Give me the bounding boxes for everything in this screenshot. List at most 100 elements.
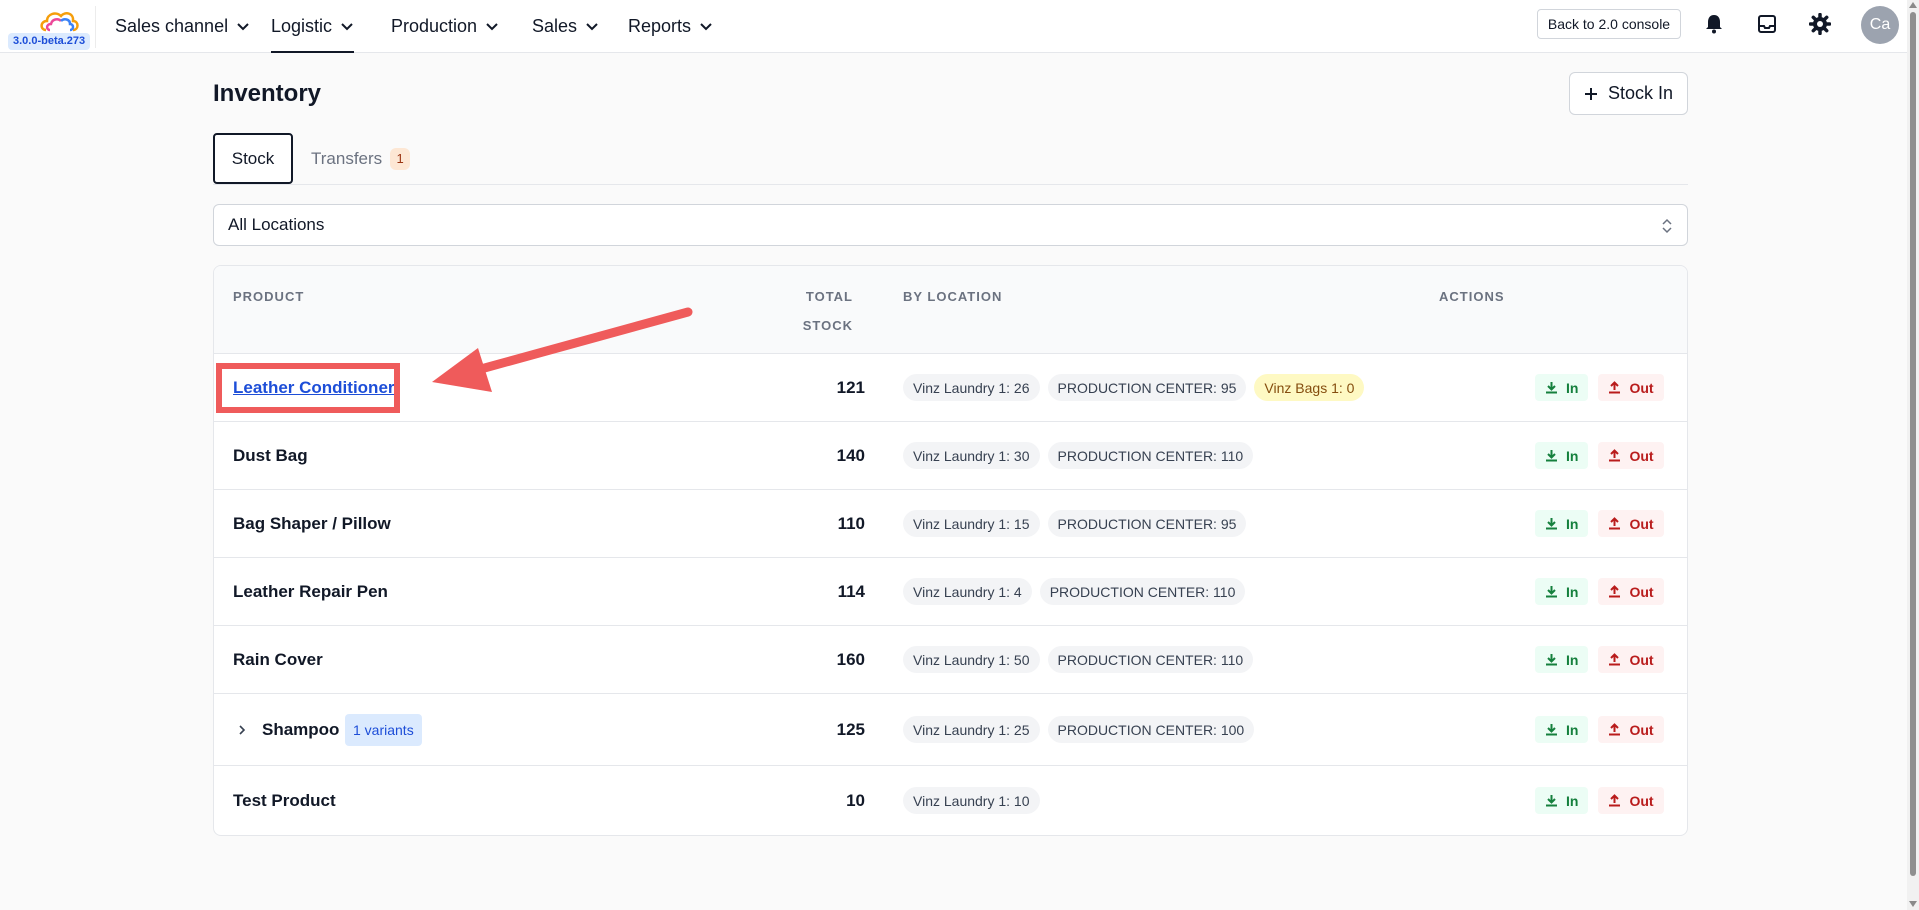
chevron-right-icon[interactable] xyxy=(236,724,248,736)
in-label: In xyxy=(1566,515,1579,532)
user-avatar[interactable]: Ca xyxy=(1861,6,1899,44)
download-icon xyxy=(1546,724,1557,736)
variants-badge[interactable]: 1 variants xyxy=(345,714,422,746)
annotation-arrow-icon xyxy=(432,307,693,392)
nav-sales-channel[interactable]: Sales channel xyxy=(115,0,250,52)
plus-icon xyxy=(1584,87,1597,100)
out-label: Out xyxy=(1629,447,1654,464)
location-chip: PRODUCTION CENTER: 110 xyxy=(1047,646,1254,673)
product-name: Rain Cover xyxy=(233,650,323,669)
total-stock: 114 xyxy=(837,582,865,601)
nav-sales[interactable]: Sales xyxy=(532,0,599,52)
stock-out-row-button[interactable]: Out xyxy=(1598,510,1664,537)
chevron-down-icon xyxy=(700,23,712,31)
location-chip: Vinz Laundry 1: 10 xyxy=(903,787,1040,814)
download-icon xyxy=(1546,450,1557,462)
product-name: Bag Shaper / Pillow xyxy=(233,514,391,533)
upload-icon xyxy=(1609,585,1621,598)
out-label: Out xyxy=(1629,379,1654,396)
scroll-thumb[interactable] xyxy=(1910,12,1916,876)
out-label: Out xyxy=(1629,583,1654,600)
column-header-by-location: BY LOCATION xyxy=(903,289,1003,304)
location-chips: Vinz Laundry 1: 15 PRODUCTION CENTER: 95 xyxy=(903,510,1247,537)
location-chips: Vinz Laundry 1: 10 xyxy=(903,787,1040,814)
in-label: In xyxy=(1566,721,1579,738)
location-chip: Vinz Laundry 1: 25 xyxy=(903,716,1040,743)
nav-logistic[interactable]: Logistic xyxy=(271,0,355,53)
tab-stock[interactable]: Stock xyxy=(213,133,293,184)
annotation-highlight-box xyxy=(216,363,400,413)
upload-icon xyxy=(1609,794,1621,807)
total-stock: 160 xyxy=(836,650,865,669)
row-actions: In Out xyxy=(1535,374,1664,401)
stock-out-row-button[interactable]: Out xyxy=(1598,374,1664,401)
column-header-actions: ACTIONS xyxy=(1439,289,1505,304)
in-label: In xyxy=(1566,651,1579,668)
product-name: Shampoo xyxy=(262,720,340,739)
location-chip: PRODUCTION CENTER: 110 xyxy=(1039,578,1246,605)
location-chip: PRODUCTION CENTER: 95 xyxy=(1047,510,1247,537)
location-chips: Vinz Laundry 1: 4 PRODUCTION CENTER: 110 xyxy=(903,578,1246,605)
location-chip: Vinz Laundry 1: 15 xyxy=(903,510,1040,537)
bell-icon[interactable] xyxy=(1703,13,1725,35)
stock-in-row-button[interactable]: In xyxy=(1535,578,1589,605)
nav-production[interactable]: Production xyxy=(391,0,499,52)
stock-in-row-button[interactable]: In xyxy=(1535,442,1589,469)
location-chip: Vinz Laundry 1: 50 xyxy=(903,646,1040,673)
inventory-tabs: Stock Transfers 1 xyxy=(213,133,1688,185)
out-label: Out xyxy=(1629,515,1654,532)
column-header-total-stock: TOTAL STOCK xyxy=(763,282,853,340)
stock-out-row-button[interactable]: Out xyxy=(1598,787,1664,814)
stock-out-row-button[interactable]: Out xyxy=(1598,442,1664,469)
upload-icon xyxy=(1609,381,1621,394)
in-label: In xyxy=(1566,792,1579,809)
column-header-product: PRODUCT xyxy=(233,289,305,304)
inbox-icon[interactable] xyxy=(1756,13,1778,35)
chevron-down-icon xyxy=(237,23,249,31)
total-stock: 140 xyxy=(836,446,865,465)
version-badge: 3.0.0-beta.273 xyxy=(8,33,91,50)
location-filter-select[interactable]: All Locations xyxy=(213,204,1688,246)
total-stock: 121 xyxy=(836,378,865,397)
app-logo[interactable]: 3.0.0-beta.273 xyxy=(8,6,96,50)
table-row: Shampoo 1 variants 125 Vinz Laundry 1: 2… xyxy=(214,694,1687,766)
stock-in-row-button[interactable]: In xyxy=(1535,374,1589,401)
stock-in-row-button[interactable]: In xyxy=(1535,716,1589,743)
page-title: Inventory xyxy=(213,80,322,107)
row-actions: In Out xyxy=(1535,510,1664,537)
nav-label: Logistic xyxy=(271,15,333,36)
row-actions: In Out xyxy=(1535,442,1664,469)
upload-icon xyxy=(1609,449,1621,462)
stock-in-row-button[interactable]: In xyxy=(1535,646,1589,673)
vertical-scrollbar[interactable] xyxy=(1907,0,1919,910)
nav-label: Sales xyxy=(532,15,578,36)
download-icon xyxy=(1546,382,1557,394)
stock-out-row-button[interactable]: Out xyxy=(1598,716,1664,743)
stock-in-button[interactable]: Stock In xyxy=(1569,72,1688,115)
stock-in-row-button[interactable]: In xyxy=(1535,787,1589,814)
table-row: Rain Cover 160 Vinz Laundry 1: 50 PRODUC… xyxy=(214,626,1687,694)
location-chip: Vinz Laundry 1: 26 xyxy=(903,374,1040,401)
nav-reports[interactable]: Reports xyxy=(628,0,713,52)
scroll-up-arrow-icon[interactable] xyxy=(1909,2,1917,8)
in-label: In xyxy=(1566,583,1579,600)
download-icon xyxy=(1546,795,1557,807)
row-actions: In Out xyxy=(1535,716,1664,743)
header-line: STOCK xyxy=(802,318,853,333)
gear-icon[interactable] xyxy=(1809,13,1831,35)
total-stock: 125 xyxy=(836,720,865,739)
location-chips: Vinz Laundry 1: 26 PRODUCTION CENTER: 95… xyxy=(903,374,1365,401)
stock-out-row-button[interactable]: Out xyxy=(1598,646,1664,673)
row-actions: In Out xyxy=(1535,787,1664,814)
location-chips: Vinz Laundry 1: 50 PRODUCTION CENTER: 11… xyxy=(903,646,1254,673)
upload-icon xyxy=(1609,517,1621,530)
stock-out-row-button[interactable]: Out xyxy=(1598,578,1664,605)
scroll-down-arrow-icon[interactable] xyxy=(1909,901,1917,907)
total-stock: 10 xyxy=(846,791,865,810)
back-to-console-button[interactable]: Back to 2.0 console xyxy=(1537,9,1681,39)
row-actions: In Out xyxy=(1535,578,1664,605)
total-stock: 110 xyxy=(837,514,865,533)
product-name: Leather Repair Pen xyxy=(233,582,388,601)
stock-in-row-button[interactable]: In xyxy=(1535,510,1589,537)
tab-transfers[interactable]: Transfers 1 xyxy=(311,133,411,184)
